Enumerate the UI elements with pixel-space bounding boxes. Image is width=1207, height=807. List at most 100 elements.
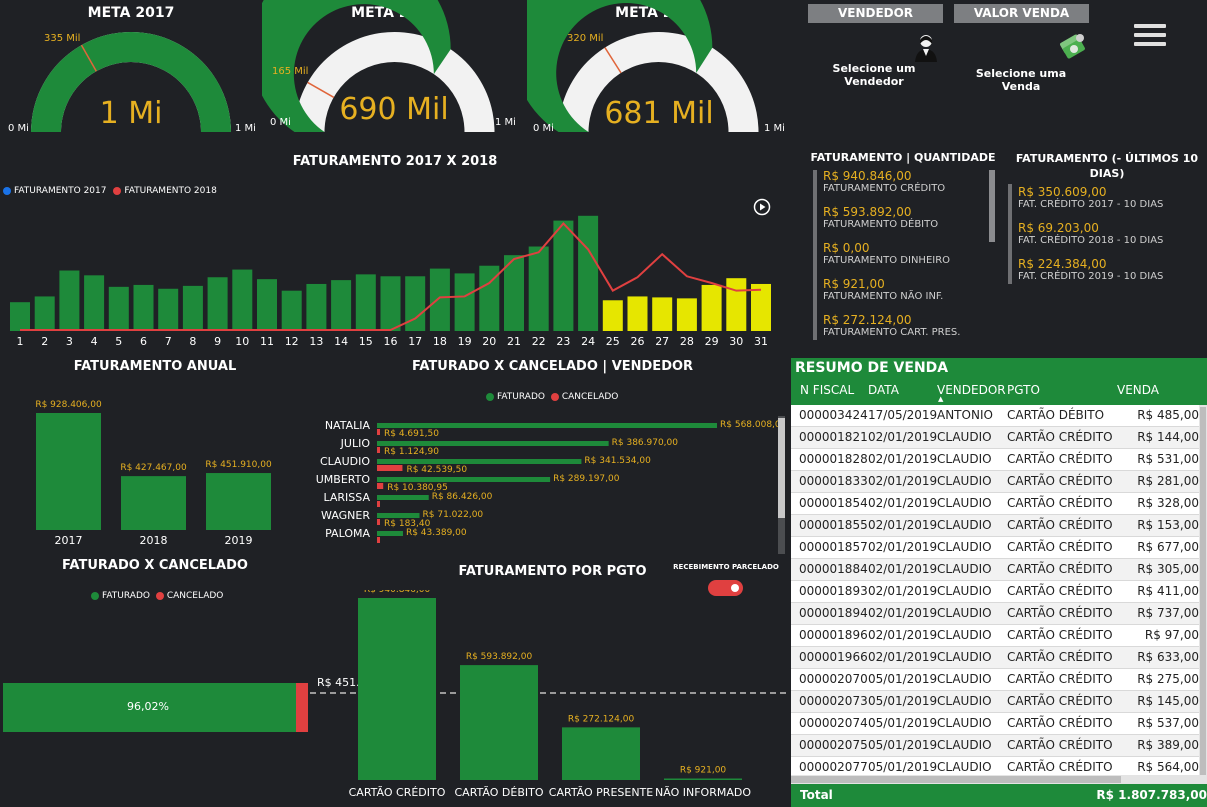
faturado-bar: [377, 531, 403, 536]
cell-vendedor: CLAUDIO: [937, 518, 992, 532]
legend-label-faturado: FATURADO: [102, 591, 150, 601]
total-label: Total: [800, 788, 833, 802]
menu-icon[interactable]: [1134, 24, 1166, 48]
vendor-chart-scrollbar[interactable]: [778, 416, 785, 554]
cell-vendedor: CLAUDIO: [937, 650, 992, 664]
kpi-right-title: FATURAMENTO (- ÚLTIMOS 10 DIAS): [1015, 152, 1199, 180]
gauge-value: 681 Mil: [604, 96, 714, 131]
cell-pgto: CARTÃO CRÉDITO: [1007, 628, 1113, 642]
table-row[interactable]: 000001894 02/01/2019 CLAUDIO CARTÃO CRÉDITO…: [791, 603, 1199, 625]
cell-nfiscal: 000002074: [799, 716, 868, 730]
cell-nfiscal: 000002073: [799, 694, 868, 708]
table-row[interactable]: 000002074 05/01/2019 CLAUDIO CARTÃO CRÉDITO…: [791, 713, 1199, 735]
legend-dot-faturado: [91, 591, 99, 600]
valor-venda-button[interactable]: VALOR VENDA: [954, 4, 1089, 23]
cell-data: 05/01/2019: [868, 738, 938, 752]
annual-bar: [36, 413, 101, 530]
cell-data: 05/01/2019: [868, 716, 938, 730]
faturado-value-label: R$ 86.426,00: [432, 492, 493, 502]
table-row[interactable]: 000002070 05/01/2019 CLAUDIO CARTÃO CRÉDITO…: [791, 669, 1199, 691]
pgto-tick-label: CARTÃO CRÉDITO: [349, 786, 446, 799]
cell-vendedor: ANTONIO: [937, 408, 993, 422]
vendor-label: CLAUDIO: [320, 455, 370, 468]
table-row[interactable]: 000001893 02/01/2019 CLAUDIO CARTÃO CRÉDITO…: [791, 581, 1199, 603]
cell-vendedor: CLAUDIO: [937, 628, 992, 642]
column-header-data[interactable]: DATA: [868, 383, 899, 397]
daily-bar: [726, 278, 747, 331]
cell-venda: R$ 737,00: [1137, 606, 1199, 620]
daily-bar: [84, 275, 105, 331]
table-row[interactable]: 000001833 02/01/2019 CLAUDIO CARTÃO CRÉDITO…: [791, 471, 1199, 493]
table-row[interactable]: 000001828 02/01/2019 CLAUDIO CARTÃO CRÉDITO…: [791, 449, 1199, 471]
faturado-value-label: R$ 43.389,00: [406, 528, 467, 538]
table-scrollbar[interactable]: [1199, 405, 1207, 785]
daily-tick-label: 12: [285, 335, 299, 348]
kpi-value: R$ 593.892,00: [823, 205, 912, 219]
pgto-bar: [358, 598, 436, 780]
cell-vendedor: CLAUDIO: [937, 760, 992, 774]
cell-data: 05/01/2019: [868, 760, 938, 774]
cell-data: 02/01/2019: [868, 474, 938, 488]
daily-tick-label: 11: [260, 335, 274, 348]
gauge-target-label: 165 Mil: [272, 66, 309, 77]
table-row[interactable]: 000002073 05/01/2019 CLAUDIO CARTÃO CRÉDITO…: [791, 691, 1199, 713]
vendor-chart: NATALIA R$ 568.008,00 R$ 4.691,50 JULIO R$ 3…: [316, 419, 778, 543]
cell-venda: R$ 305,00: [1137, 562, 1199, 576]
table-row[interactable]: 000001855 02/01/2019 CLAUDIO CARTÃO CRÉDITO…: [791, 515, 1199, 537]
cell-pgto: CARTÃO CRÉDITO: [1007, 474, 1113, 488]
daily-tick-label: 19: [458, 335, 472, 348]
kpi-left-scrollbar[interactable]: [813, 170, 817, 340]
money-icon[interactable]: [1058, 32, 1088, 62]
sort-asc-icon[interactable]: ▲: [938, 395, 943, 403]
daily-bar: [306, 283, 327, 331]
person-icon[interactable]: [912, 32, 940, 62]
cell-venda: R$ 537,00: [1137, 716, 1199, 730]
kpi-item: R$ 272.124,00 FATURAMENTO CART. PRES.: [823, 313, 993, 349]
cancelado-bar: [377, 537, 380, 543]
pgto-bar: [460, 665, 538, 780]
column-header-pgto[interactable]: PGTO: [1007, 383, 1040, 397]
table-header: N FISCAL DATA VENDEDOR ▲ PGTO VENDA: [791, 379, 1207, 405]
daily-tick-label: 30: [729, 335, 743, 348]
cell-pgto: CARTÃO CRÉDITO: [1007, 518, 1113, 532]
faturado-bar: [377, 477, 551, 482]
daily-bar: [34, 296, 55, 331]
cell-data: 02/01/2019: [868, 540, 938, 554]
cell-vendedor: CLAUDIO: [937, 694, 992, 708]
daily-tick-label: 1: [17, 335, 24, 348]
daily-tick-label: 13: [309, 335, 323, 348]
daily-bar: [676, 298, 697, 331]
table-hscrollbar-thumb[interactable]: [791, 776, 1121, 783]
table-hscrollbar[interactable]: [791, 775, 1207, 784]
vendor-label: PALOMA: [325, 527, 370, 540]
column-header-venda[interactable]: VENDA: [1117, 383, 1159, 397]
table-row[interactable]: 000001896 02/01/2019 CLAUDIO CARTÃO CRÉDITO…: [791, 625, 1199, 647]
table-scrollbar-thumb[interactable]: [1200, 407, 1206, 777]
table-row[interactable]: 000001884 02/01/2019 CLAUDIO CARTÃO CRÉDITO…: [791, 559, 1199, 581]
cell-venda: R$ 411,00: [1137, 584, 1199, 598]
daily-bar: [429, 268, 450, 331]
cell-pgto: CARTÃO CRÉDITO: [1007, 584, 1113, 598]
column-header-vendedor[interactable]: VENDEDOR: [937, 383, 1006, 397]
table-row[interactable]: 000001821 02/01/2019 CLAUDIO CARTÃO CRÉDITO…: [791, 427, 1199, 449]
table-row[interactable]: 000003424 17/05/2019 ANTONIO CARTÃO DÉBITO R…: [791, 405, 1199, 427]
table-title: RESUMO DE VENDA: [791, 358, 1207, 379]
cell-pgto: CARTÃO CRÉDITO: [1007, 540, 1113, 554]
daily-tick-label: 3: [66, 335, 73, 348]
daily-bar: [108, 286, 129, 331]
table-row[interactable]: 000002075 05/01/2019 CLAUDIO CARTÃO CRÉDITO…: [791, 735, 1199, 757]
vendedor-button[interactable]: VENDEDOR: [808, 4, 943, 23]
table-row[interactable]: 000001857 02/01/2019 CLAUDIO CARTÃO CRÉDITO…: [791, 537, 1199, 559]
table-row[interactable]: 000001854 02/01/2019 CLAUDIO CARTÃO CRÉDITO…: [791, 493, 1199, 515]
cell-pgto: CARTÃO CRÉDITO: [1007, 562, 1113, 576]
daily-bar: [652, 297, 673, 331]
daily-tick-label: 20: [482, 335, 496, 348]
legend-dot-cancelado: [550, 392, 559, 401]
annual-value-label: R$ 427.467,00: [120, 463, 187, 473]
table-row[interactable]: 000001966 02/01/2019 CLAUDIO CARTÃO CRÉDITO…: [791, 647, 1199, 669]
daily-chart-title: FATURAMENTO 2017 X 2018: [292, 154, 498, 169]
kpi-right-list: R$ 350.609,00 FAT. CRÉDITO 2017 - 10 DIAS…: [1018, 185, 1203, 293]
gauge-min-label: 0 Mi: [8, 123, 29, 134]
vendor-chart-scrollbar-thumb[interactable]: [778, 418, 785, 518]
column-header-nfiscal[interactable]: N FISCAL: [800, 383, 854, 397]
